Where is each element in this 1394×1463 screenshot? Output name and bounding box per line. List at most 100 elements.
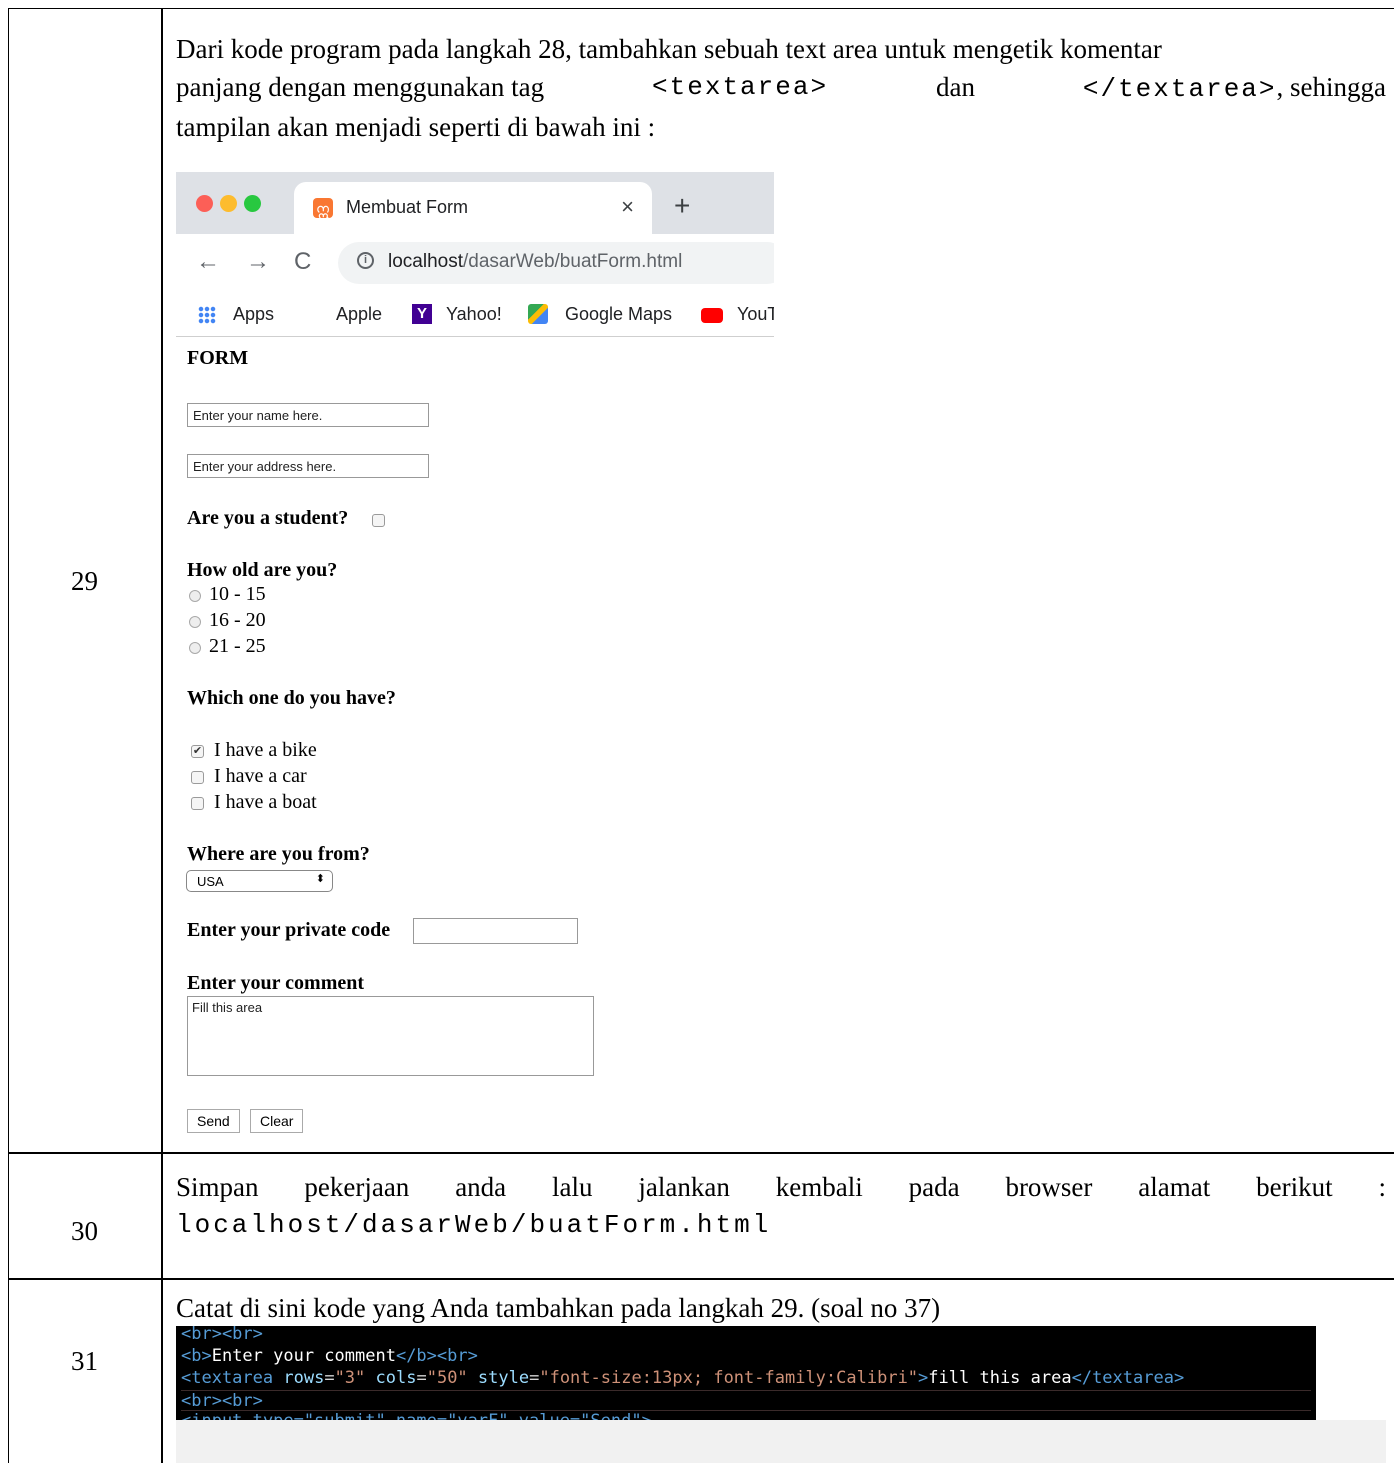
student-label: Are you a student? [187,507,349,529]
bookmark-yahoo[interactable]: Yahoo! [446,304,502,325]
url-host: localhost [388,251,463,272]
bike-checkbox[interactable]: ✔ [191,745,204,758]
bookmark-apple[interactable]: Apple [336,304,382,325]
code-line: <textarea rows="3" cols="50" style="font… [181,1368,1185,1388]
url-path: /dasarWeb/buatForm.html [463,251,683,272]
code-token: cols [365,1368,417,1388]
private-code-label: Enter your private code [187,919,391,941]
column-divider [161,8,163,1463]
info-icon[interactable]: i [357,252,374,269]
browser-toolbar: ← → C i localhost/dasarWeb/buatForm.html [176,234,774,292]
code-fragment: </textarea> [1082,74,1277,104]
bookmarks-bar: Apps Apple Y Yahoo! Google Maps YouT [176,292,774,337]
xampp-icon: ဣ [313,198,333,218]
comment-textarea[interactable]: Fill this area [187,996,594,1076]
google-maps-icon [528,304,548,324]
name-input[interactable]: Enter your name here. [187,403,429,427]
code-token: <br><br> [181,1391,263,1411]
tab-title: Membuat Form [346,197,469,217]
bookmark-google-maps[interactable]: Google Maps [565,304,672,325]
text-fragment: , sehingga [1276,72,1386,102]
answer-area [176,1420,1386,1463]
select-arrows-icon: ⬍ [315,873,325,885]
code-token: <br><br> [181,1326,263,1344]
code-token: <textarea [181,1368,274,1388]
code-token: style [467,1368,530,1388]
youtube-icon [701,308,723,323]
apps-grid-icon [198,306,216,324]
form-heading: FORM [187,347,249,369]
from-label: Where are you from? [187,843,370,865]
step-30-text: Simpan pekerjaan anda lalu jalankan kemb… [176,1168,1386,1244]
age-option-label: 10 - 15 [209,583,266,605]
step-number: 31 [71,1346,98,1376]
age-radio[interactable] [189,616,201,628]
code-token: <input type="submit" name="varF" value="… [181,1411,652,1420]
row-divider [8,1278,1394,1280]
boat-label: I have a boat [214,791,317,813]
maximize-window-dot[interactable] [244,195,261,212]
bookmark-apps[interactable]: Apps [233,304,274,325]
age-radio[interactable] [189,642,201,654]
address-input[interactable]: Enter your address here. [187,454,429,478]
code-token: rows [273,1368,325,1388]
code-token: </textarea> [1071,1368,1185,1388]
forward-icon[interactable]: → [246,248,270,276]
bookmark-youtube[interactable]: YouT [737,304,774,325]
code-token: fill this area [928,1368,1072,1388]
age-radio[interactable] [189,590,201,602]
comment-label: Enter your comment [187,972,365,994]
reload-icon[interactable]: C [294,248,311,276]
code-line: <br><br> [181,1390,1311,1411]
close-window-dot[interactable] [196,195,213,212]
form-page: FORM Enter your name here. Enter your ad… [176,337,774,1142]
new-tab-button[interactable]: + [674,192,690,220]
step-29-line-3: tampilan akan menjadi seperti di bawah i… [176,112,656,142]
code-line: <input type="submit" name="varF" value="… [181,1410,1311,1420]
apple-logo-icon [304,304,324,324]
step-number: 30 [71,1216,98,1246]
code-token: </b><br> [395,1346,478,1366]
bike-label: I have a bike [214,739,317,761]
url-text: localhost/dasarWeb/buatForm.html [388,251,682,273]
step-30-url: localhost/dasarWeb/buatForm.html [176,1210,772,1240]
close-tab-icon[interactable]: × [621,194,634,220]
code-snippet: <br><br> <b>Enter your comment</b><br> <… [176,1326,1316,1420]
private-code-input[interactable] [413,918,578,944]
code-token: "font-size:13px; font-family:Calibri" [539,1368,919,1388]
code-fragment: <textarea> [652,72,829,102]
have-label: Which one do you have? [187,687,396,709]
clear-button[interactable]: Clear [250,1109,304,1133]
step-29-line-2: panjang dengan menggunakan tag <textarea… [176,68,1386,108]
yahoo-logo-icon: Y [412,304,432,324]
row-divider [8,1152,1394,1154]
step-29-text: Dari kode program pada langkah 28, tamba… [176,30,1386,146]
text-fragment: panjang dengan menggunakan tag [176,72,545,102]
code-token: <b> [181,1346,212,1366]
code-token: Enter your comment [211,1346,396,1366]
country-value: USA [197,874,224,889]
code-line: <b>Enter your comment</b><br> [181,1346,478,1366]
address-bar[interactable]: i localhost/dasarWeb/buatForm.html [338,242,774,284]
code-token: "3" [334,1368,366,1388]
car-label: I have a car [214,765,307,787]
student-checkbox[interactable] [372,514,385,527]
tab-bar: ဣ Membuat Form × + [176,172,774,234]
country-select[interactable]: USA ⬍ [186,870,333,892]
back-icon[interactable]: ← [196,248,220,276]
boat-checkbox[interactable] [191,797,204,810]
tab-membuat-form[interactable]: ဣ Membuat Form × [294,182,652,234]
step-number: 29 [71,566,98,596]
step-29-line-1: Dari kode program pada langkah 28, tamba… [176,34,1162,64]
code-line: <br><br> [181,1326,263,1344]
age-label: How old are you? [187,559,338,581]
age-option-label: 16 - 20 [209,609,266,631]
code-token: "50" [426,1368,468,1388]
browser-screenshot: ဣ Membuat Form × + ← → C i localhost/das… [176,172,774,1142]
age-option-label: 21 - 25 [209,635,266,657]
minimize-window-dot[interactable] [220,195,237,212]
car-checkbox[interactable] [191,771,204,784]
send-button[interactable]: Send [187,1109,240,1133]
step-31-text: Catat di sini kode yang Anda tambahkan p… [176,1293,941,1323]
step-30-line: Simpan pekerjaan anda lalu jalankan kemb… [176,1172,1386,1202]
